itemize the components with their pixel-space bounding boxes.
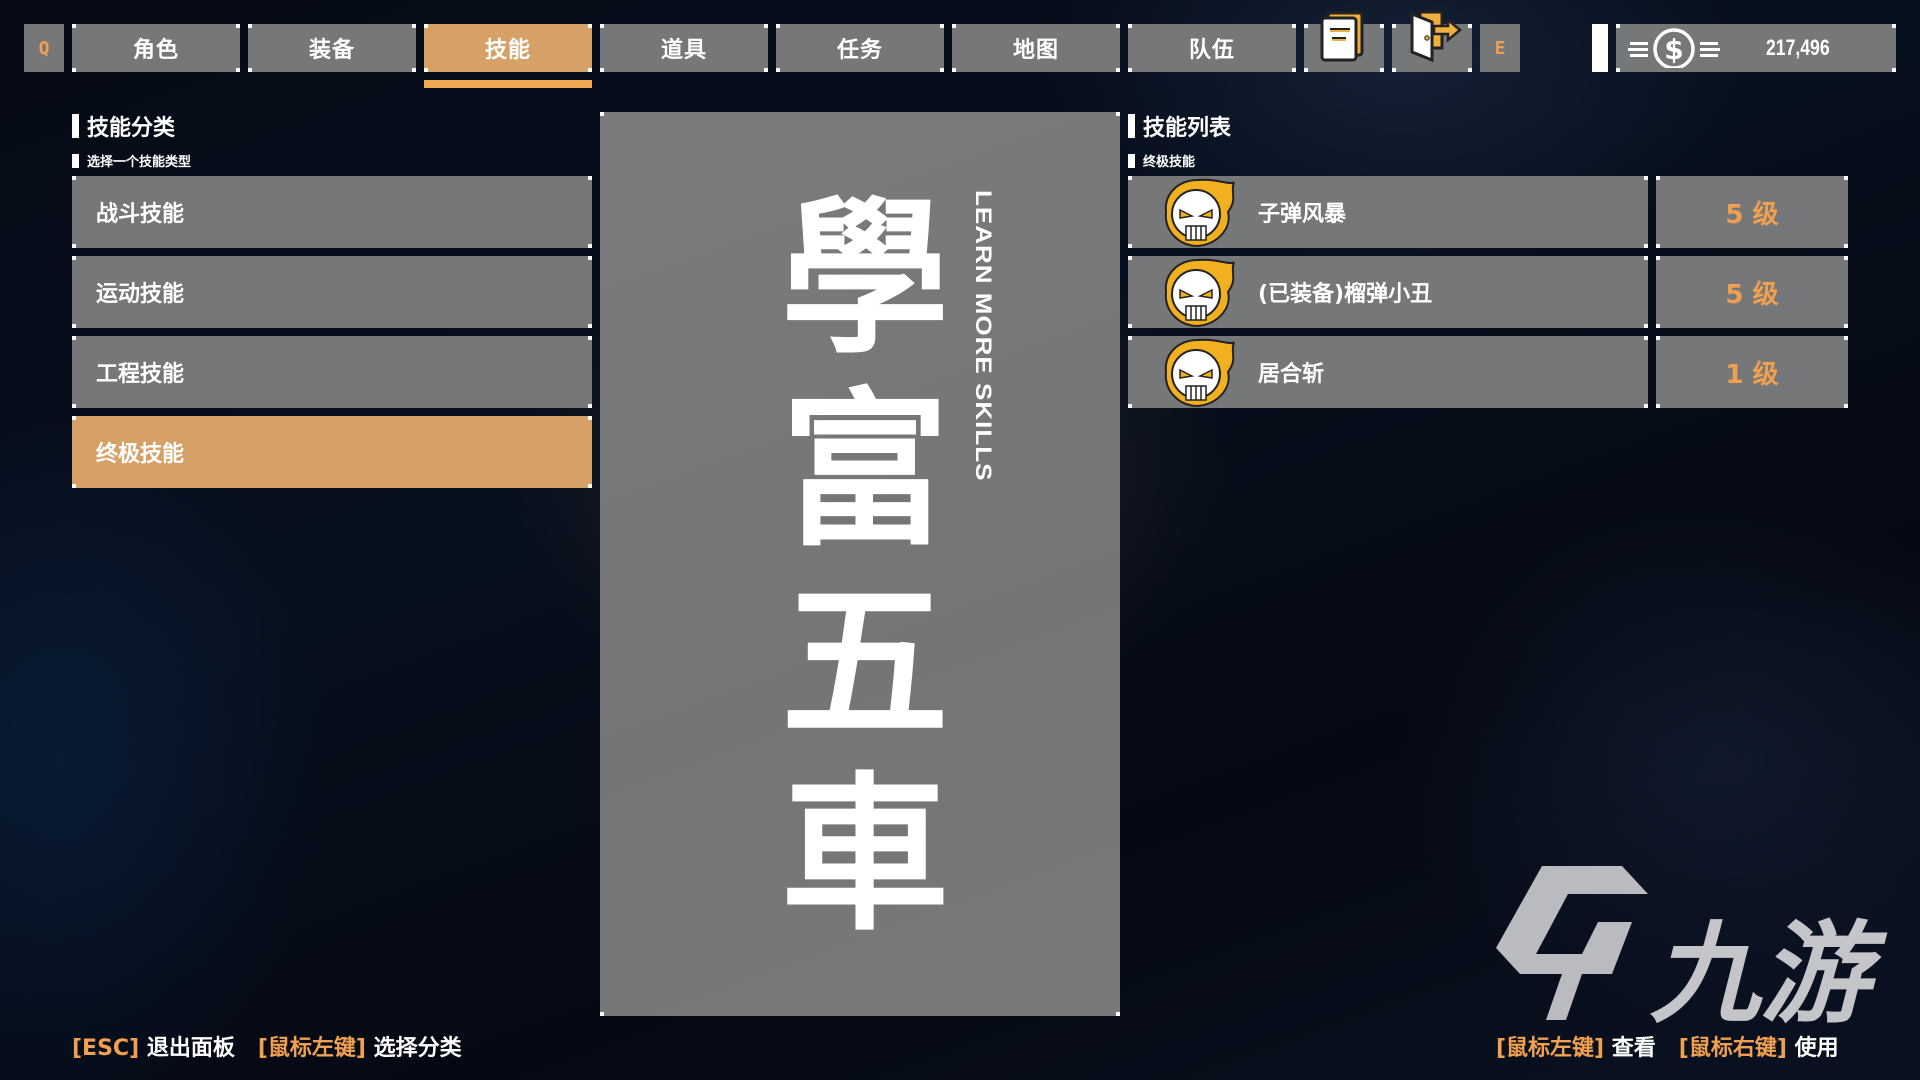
subtitle-marker [72, 153, 79, 168]
tab-items[interactable]: 道具 [600, 24, 768, 72]
hint-action: 退出面板 [146, 1036, 235, 1061]
hint-key: [鼠标左键] [1496, 1036, 1605, 1061]
banner-char: 五 [781, 563, 949, 761]
title-marker [1128, 114, 1135, 138]
banner-char: 富 [781, 371, 949, 569]
hint-key: [鼠标右键] [1678, 1036, 1787, 1061]
categories-subtitle: 选择一个技能类型 [72, 151, 191, 170]
tab-team[interactable]: 队伍 [1128, 24, 1296, 72]
tab-label: 技能 [484, 38, 531, 63]
prev-tab-key-q[interactable]: Q [24, 24, 64, 72]
skill-name: 子弹风暴 [1258, 202, 1347, 227]
skill-row[interactable]: (已装备)榴弹小丑 [1128, 256, 1648, 328]
flaming-skull-icon [1164, 338, 1235, 408]
hint-key: [ESC] [72, 1036, 140, 1061]
skill-level: 5 级 [1656, 176, 1848, 248]
skills-title: 技能列表 [1128, 110, 1231, 142]
skill-level-text: 1 级 [1725, 359, 1779, 390]
journal-button[interactable] [1304, 11, 1384, 72]
active-tab-indicator [424, 80, 592, 88]
categories-title-text: 技能分类 [87, 116, 176, 141]
category-label: 工程技能 [96, 362, 185, 387]
key-q-label: Q [38, 37, 50, 59]
category-label: 战斗技能 [96, 202, 185, 227]
skill-row[interactable]: 居合斩 [1128, 336, 1648, 408]
skills-title-text: 技能列表 [1143, 116, 1232, 141]
tab-label: 队伍 [1188, 38, 1235, 63]
skill-level: 5 级 [1656, 256, 1848, 328]
categories-title: 技能分类 [72, 110, 175, 142]
currency-amount: 217,496 [1766, 35, 1830, 60]
hints-right: [鼠标左键] 查看 [鼠标右键] 使用 [1496, 1030, 1839, 1062]
tab-label: 角色 [132, 38, 179, 63]
currency-marker [1592, 24, 1608, 72]
exit-door-icon [1410, 10, 1462, 63]
key-e-label: E [1494, 37, 1506, 59]
category-engineering[interactable]: 工程技能 [72, 336, 592, 408]
tab-map[interactable]: 地图 [952, 24, 1120, 72]
skills-subtitle: 终极技能 [1128, 151, 1195, 170]
category-label: 运动技能 [96, 282, 185, 307]
skills-subtitle-text: 终极技能 [1143, 155, 1196, 170]
hints-left: [ESC] 退出面板 [鼠标左键] 选择分类 [72, 1030, 462, 1062]
tab-character[interactable]: 角色 [72, 24, 240, 72]
flaming-skull-icon [1164, 258, 1235, 328]
flaming-skull-icon [1164, 178, 1235, 248]
tab-label: 地图 [1012, 38, 1059, 63]
category-combat[interactable]: 战斗技能 [72, 176, 592, 248]
category-movement[interactable]: 运动技能 [72, 256, 592, 328]
tab-equipment[interactable]: 装备 [248, 24, 416, 72]
journal-icon [1320, 11, 1364, 62]
skill-name: 居合斩 [1258, 362, 1325, 387]
category-label: 终极技能 [96, 442, 185, 467]
banner-subtitle: LEARN MORE SKILLS [970, 190, 997, 482]
tab-label: 装备 [308, 38, 355, 63]
banner-char: 車 [781, 755, 949, 953]
hint-action: 选择分类 [373, 1036, 462, 1061]
skill-level-text: 5 级 [1725, 279, 1779, 310]
categories-subtitle-text: 选择一个技能类型 [87, 155, 192, 170]
watermark-text: 九游 [1650, 910, 1888, 1038]
skill-name: (已装备)榴弹小丑 [1258, 282, 1433, 307]
exit-button[interactable] [1392, 10, 1472, 72]
jiuyou-watermark-logo: 九游 [1496, 866, 1888, 1038]
skill-level-text: 5 级 [1725, 199, 1779, 230]
svg-text:$: $ [1664, 33, 1683, 66]
hint-action: 使用 [1794, 1036, 1839, 1061]
dollar-coin-icon: $ [1628, 28, 1720, 68]
skill-row[interactable]: 子弹风暴 [1128, 176, 1648, 248]
next-tab-key-e[interactable]: E [1480, 24, 1520, 72]
tab-label: 任务 [836, 38, 883, 63]
tab-skills[interactable]: 技能 [424, 24, 592, 72]
banner-char: 學 [781, 179, 949, 377]
subtitle-marker [1128, 153, 1135, 168]
banner-idiom: 學 富 五 車 [770, 182, 960, 950]
currency-display: $ 217,496 [1616, 24, 1896, 72]
category-ultimate[interactable]: 终极技能 [72, 416, 592, 488]
skill-level: 1 级 [1656, 336, 1848, 408]
title-marker [72, 114, 79, 138]
hint-action: 查看 [1611, 1036, 1656, 1061]
skill-banner-panel: 學 富 五 車 LEARN MORE SKILLS [600, 112, 1120, 1016]
tab-quests[interactable]: 任务 [776, 24, 944, 72]
hint-key: [鼠标左键] [257, 1036, 366, 1061]
tab-label: 道具 [660, 38, 707, 63]
